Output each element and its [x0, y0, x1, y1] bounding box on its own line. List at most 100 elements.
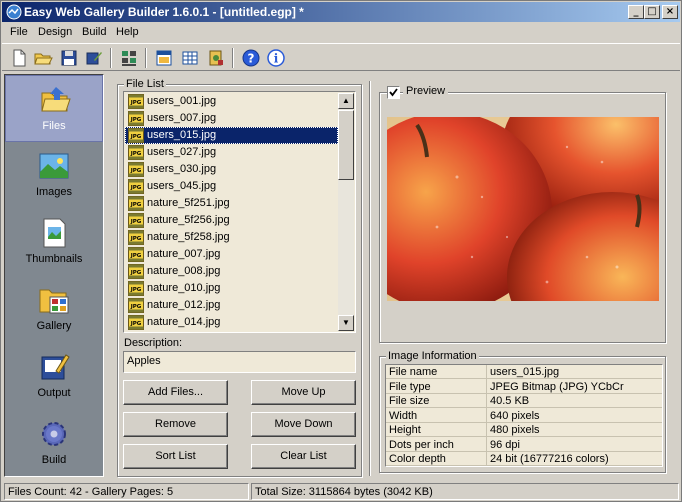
- list-item[interactable]: JPG nature_5f251.jpg: [125, 195, 338, 212]
- scroll-thumb[interactable]: [338, 110, 354, 180]
- settings-icon[interactable]: [206, 48, 226, 68]
- sidebar: Files Images Thumbnails Gallery Output B…: [4, 74, 104, 477]
- title-bar[interactable]: Easy Web Gallery Builder 1.6.0.1 - [unti…: [2, 2, 680, 22]
- list-item[interactable]: JPG users_030.jpg: [125, 161, 338, 178]
- info-key: Color depth: [389, 453, 446, 465]
- svg-text:JPG: JPG: [130, 270, 142, 276]
- info-row: Width 640 pixels: [386, 409, 662, 423]
- menu-file[interactable]: File: [10, 26, 28, 38]
- file-list-scrollbar[interactable]: ▲ ▼: [338, 93, 354, 331]
- new-file-icon[interactable]: [9, 48, 29, 68]
- info-value: 640 pixels: [490, 409, 540, 422]
- file-name: users_045.jpg: [147, 180, 217, 192]
- file-name: nature_010.jpg: [147, 282, 221, 294]
- preview-image: [387, 117, 659, 301]
- add-files-button[interactable]: Add Files...: [123, 380, 228, 405]
- preview-checkbox[interactable]: [387, 86, 400, 99]
- list-item[interactable]: JPG nature_008.jpg: [125, 263, 338, 280]
- sidebar-item-build[interactable]: Build: [5, 410, 103, 477]
- file-name: nature_5f251.jpg: [147, 197, 230, 209]
- help-icon[interactable]: ?: [241, 48, 261, 68]
- list-item[interactable]: JPG nature_5f258.jpg: [125, 229, 338, 246]
- sidebar-item-gallery[interactable]: Gallery: [5, 276, 103, 343]
- toolbar: ? i: [2, 43, 680, 71]
- scroll-up-icon[interactable]: ▲: [338, 93, 354, 109]
- description-label: Description:: [124, 337, 183, 349]
- list-item[interactable]: JPG users_015.jpg: [125, 127, 338, 144]
- file-name: users_015.jpg: [147, 129, 217, 141]
- maximize-button[interactable]: □: [644, 5, 660, 19]
- thumbnails-icon: [43, 218, 66, 248]
- info-row: File type JPEG Bitmap (JPG) YCbCr: [386, 380, 662, 394]
- list-item[interactable]: JPG nature_010.jpg: [125, 280, 338, 297]
- menu-bar: File Design Build Help: [2, 23, 680, 42]
- sidebar-item-images[interactable]: Images: [5, 142, 103, 209]
- file-name: users_001.jpg: [147, 95, 217, 107]
- info-key: Width: [389, 409, 418, 422]
- svg-text:JPG: JPG: [130, 287, 142, 293]
- save-as-icon[interactable]: [84, 48, 104, 68]
- info-value: 96 dpi: [490, 438, 520, 451]
- window-title: Easy Web Gallery Builder 1.6.0.1 - [unti…: [24, 5, 304, 19]
- list-item[interactable]: JPG nature_007.jpg: [125, 246, 338, 263]
- window-icon[interactable]: [154, 48, 174, 68]
- file-name: nature_012.jpg: [147, 299, 221, 311]
- info-row: Dots per inch 96 dpi: [386, 438, 662, 452]
- jpg-file-icon: JPG: [128, 315, 144, 330]
- list-item[interactable]: JPG nature_014.jpg: [125, 314, 338, 331]
- sort-list-button[interactable]: Sort List: [123, 444, 228, 469]
- build-gallery-icon[interactable]: [119, 48, 139, 68]
- list-item[interactable]: JPG users_027.jpg: [125, 144, 338, 161]
- move-up-button[interactable]: Move Up: [251, 380, 356, 405]
- file-name: nature_014.jpg: [147, 316, 221, 328]
- menu-build[interactable]: Build: [82, 26, 106, 38]
- sidebar-item-label: Thumbnails: [25, 253, 83, 265]
- sidebar-item-output[interactable]: Output: [5, 343, 103, 410]
- list-item[interactable]: JPG users_001.jpg: [125, 93, 338, 110]
- save-icon[interactable]: [59, 48, 79, 68]
- checkmark-icon: [389, 88, 398, 97]
- jpg-file-icon: JPG: [128, 111, 144, 126]
- list-item[interactable]: JPG nature_012.jpg: [125, 297, 338, 314]
- file-name: nature_008.jpg: [147, 265, 221, 277]
- list-item[interactable]: JPG users_045.jpg: [125, 178, 338, 195]
- info-icon[interactable]: i: [266, 48, 286, 68]
- menu-help[interactable]: Help: [116, 26, 139, 38]
- list-item[interactable]: JPG nature_5f256.jpg: [125, 212, 338, 229]
- file-list[interactable]: JPG users_001.jpg JPG users_007.jpg JPG users…: [123, 91, 356, 333]
- sidebar-item-files[interactable]: Files: [5, 75, 103, 142]
- jpg-file-icon: JPG: [128, 247, 144, 262]
- close-button[interactable]: ×: [662, 5, 678, 19]
- svg-text:?: ?: [248, 52, 255, 66]
- toolbar-separator: [145, 48, 147, 68]
- list-item[interactable]: JPG users_007.jpg: [125, 110, 338, 127]
- info-row: Height 480 pixels: [386, 423, 662, 437]
- file-name: users_007.jpg: [147, 112, 217, 124]
- jpg-file-icon: JPG: [128, 281, 144, 296]
- files-folder-icon: [41, 87, 71, 112]
- description-input[interactable]: Apples: [123, 351, 356, 373]
- remove-button[interactable]: Remove: [123, 412, 228, 437]
- sidebar-item-thumbnails[interactable]: Thumbnails: [5, 209, 103, 276]
- clear-list-button[interactable]: Clear List: [251, 444, 356, 469]
- images-icon: [39, 153, 69, 179]
- move-down-button[interactable]: Move Down: [251, 412, 356, 437]
- file-name: nature_007.jpg: [147, 248, 221, 260]
- info-key: Dots per inch: [389, 438, 454, 451]
- info-row: File size 40.5 KB: [386, 394, 662, 408]
- jpg-file-icon: JPG: [128, 298, 144, 313]
- status-total-size: Total Size: 3115864 bytes (3042 KB): [251, 483, 679, 500]
- sidebar-item-label: Files: [42, 120, 66, 132]
- grid-icon[interactable]: [180, 48, 200, 68]
- image-info-table: File name users_015.jpg File type JPEG Bitm…: [385, 364, 663, 467]
- svg-text:JPG: JPG: [130, 117, 142, 123]
- sidebar-item-label: Output: [37, 387, 71, 399]
- sidebar-item-label: Gallery: [36, 320, 72, 332]
- info-key: File type: [389, 380, 431, 393]
- menu-design[interactable]: Design: [38, 26, 72, 38]
- svg-text:JPG: JPG: [130, 321, 142, 327]
- scroll-down-icon[interactable]: ▼: [338, 315, 354, 331]
- minimize-button[interactable]: _: [628, 5, 644, 19]
- jpg-file-icon: JPG: [128, 196, 144, 211]
- open-folder-icon[interactable]: [33, 48, 53, 68]
